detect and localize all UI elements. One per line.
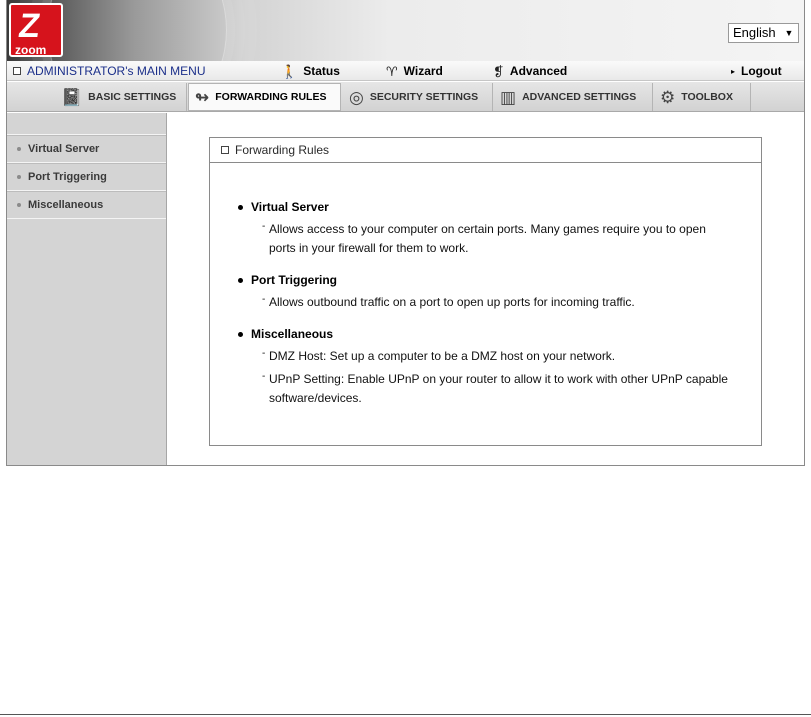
language-select-value: English bbox=[733, 25, 776, 40]
tab-advanced-settings-label: ADVANCED SETTINGS bbox=[522, 91, 637, 103]
sidebar-top-spacer bbox=[7, 113, 166, 135]
wizard-hat-icon: ♈ bbox=[386, 63, 398, 79]
wizard-link-label: Wizard bbox=[403, 64, 443, 78]
tab-security-settings[interactable]: ◎ SECURITY SETTINGS bbox=[343, 83, 493, 111]
sidebar-item-miscellaneous[interactable]: Miscellaneous bbox=[7, 191, 166, 219]
section-title: Miscellaneous bbox=[238, 327, 732, 341]
arrow-right-icon: ▸ bbox=[731, 66, 736, 76]
tab-forwarding-rules-label: FORWARDING RULES bbox=[215, 91, 327, 103]
forwarding-arrow-icon: ↬ bbox=[195, 87, 210, 107]
dash-marker: - bbox=[262, 348, 266, 359]
advanced-link-label: Advanced bbox=[509, 64, 568, 78]
zoom-logo: Z zoom bbox=[9, 3, 63, 57]
dash-marker: - bbox=[262, 294, 266, 305]
dash-marker: - bbox=[262, 371, 266, 382]
section-title-text: Virtual Server bbox=[251, 200, 329, 214]
logout-link-label: Logout bbox=[741, 64, 782, 78]
section-description-text: Allows access to your computer on certai… bbox=[269, 222, 706, 255]
bullet-dot-icon bbox=[17, 203, 21, 207]
security-ring-icon: ◎ bbox=[349, 87, 364, 107]
status-link[interactable]: 🚶 Status bbox=[281, 64, 340, 78]
main-menu-bar: ADMINISTRATOR's MAIN MENU 🚶 Status ♈ Wiz… bbox=[7, 61, 804, 81]
section-description: - Allows outbound traffic on a port to o… bbox=[262, 293, 732, 312]
logo-z-glyph: Z bbox=[16, 7, 43, 45]
section-description: - UPnP Setting: Enable UPnP on your rout… bbox=[262, 370, 732, 408]
status-link-label: Status bbox=[303, 64, 340, 78]
bullet-dot-icon bbox=[17, 147, 21, 151]
panel-header: Forwarding Rules bbox=[210, 138, 761, 163]
main-menu-title-text: ADMINISTRATOR's MAIN MENU bbox=[27, 64, 206, 78]
forwarding-rules-panel: Forwarding Rules Virtual Server - Allows… bbox=[209, 137, 762, 446]
header-decoration bbox=[47, 0, 227, 61]
sidebar-item-label: Miscellaneous bbox=[28, 199, 104, 211]
section-title-text: Miscellaneous bbox=[251, 327, 334, 341]
advanced-book-icon: ❡ bbox=[493, 63, 504, 79]
dropdown-arrow-icon[interactable]: ▼ bbox=[782, 26, 796, 40]
bullet-icon bbox=[238, 277, 243, 283]
bullet-icon bbox=[238, 204, 243, 210]
notebook-icon: 📓 bbox=[61, 87, 83, 107]
section-title: Port Triggering bbox=[238, 273, 732, 287]
section-description-text: UPnP Setting: Enable UPnP on your router… bbox=[269, 372, 728, 405]
advanced-link[interactable]: ❡ Advanced bbox=[493, 64, 567, 78]
section-port-triggering: Port Triggering - Allows outbound traffi… bbox=[238, 273, 732, 312]
logout-link[interactable]: ▸ Logout bbox=[731, 64, 782, 78]
sidebar-item-label: Port Triggering bbox=[28, 171, 107, 183]
square-bullet-icon bbox=[221, 146, 229, 154]
bullet-icon bbox=[238, 331, 243, 337]
page-divider bbox=[0, 714, 811, 715]
section-description: - DMZ Host: Set up a computer to be a DM… bbox=[262, 347, 732, 366]
header-banner: Z zoom English ▼ bbox=[7, 0, 804, 61]
tab-toolbox[interactable]: ⚙ TOOLBOX bbox=[654, 83, 751, 111]
dash-marker: - bbox=[262, 221, 266, 232]
router-admin-frame: Z zoom English ▼ ADMINISTRATOR's MAIN ME… bbox=[6, 0, 805, 466]
settings-tab-bar: 📓 BASIC SETTINGS ↬ FORWARDING RULES ◎ SE… bbox=[7, 82, 804, 112]
section-virtual-server: Virtual Server - Allows access to your c… bbox=[238, 200, 732, 258]
sidebar-item-label: Virtual Server bbox=[28, 143, 100, 155]
advanced-book-icon: ▥ bbox=[500, 87, 517, 107]
section-title-text: Port Triggering bbox=[251, 273, 338, 287]
tab-basic-settings[interactable]: 📓 BASIC SETTINGS bbox=[55, 83, 187, 111]
main-menu-title: ADMINISTRATOR's MAIN MENU bbox=[13, 64, 206, 78]
wizard-link[interactable]: ♈ Wizard bbox=[386, 64, 443, 78]
section-title: Virtual Server bbox=[238, 200, 732, 214]
language-select[interactable]: English ▼ bbox=[728, 23, 799, 43]
bullet-dot-icon bbox=[17, 175, 21, 179]
section-description-text: Allows outbound traffic on a port to ope… bbox=[269, 295, 635, 309]
sidebar-item-port-triggering[interactable]: Port Triggering bbox=[7, 163, 166, 191]
square-bullet-icon bbox=[13, 67, 21, 75]
tab-forwarding-rules[interactable]: ↬ FORWARDING RULES bbox=[188, 83, 341, 111]
tab-advanced-settings[interactable]: ▥ ADVANCED SETTINGS bbox=[494, 83, 653, 111]
tab-security-settings-label: SECURITY SETTINGS bbox=[369, 91, 479, 103]
person-walking-icon: 🚶 bbox=[281, 63, 298, 79]
sidebar-item-virtual-server[interactable]: Virtual Server bbox=[7, 135, 166, 163]
toolbox-icon: ⚙ bbox=[660, 87, 676, 107]
sidebar: Virtual Server Port Triggering Miscellan… bbox=[7, 113, 167, 465]
tab-toolbox-label: TOOLBOX bbox=[681, 91, 733, 103]
section-description: - Allows access to your computer on cert… bbox=[262, 220, 732, 258]
tab-basic-settings-label: BASIC SETTINGS bbox=[88, 91, 177, 103]
logo-wordmark: zoom bbox=[15, 43, 47, 57]
panel-title: Forwarding Rules bbox=[235, 143, 330, 157]
section-description-text: DMZ Host: Set up a computer to be a DMZ … bbox=[269, 349, 616, 363]
section-miscellaneous: Miscellaneous - DMZ Host: Set up a compu… bbox=[238, 327, 732, 408]
